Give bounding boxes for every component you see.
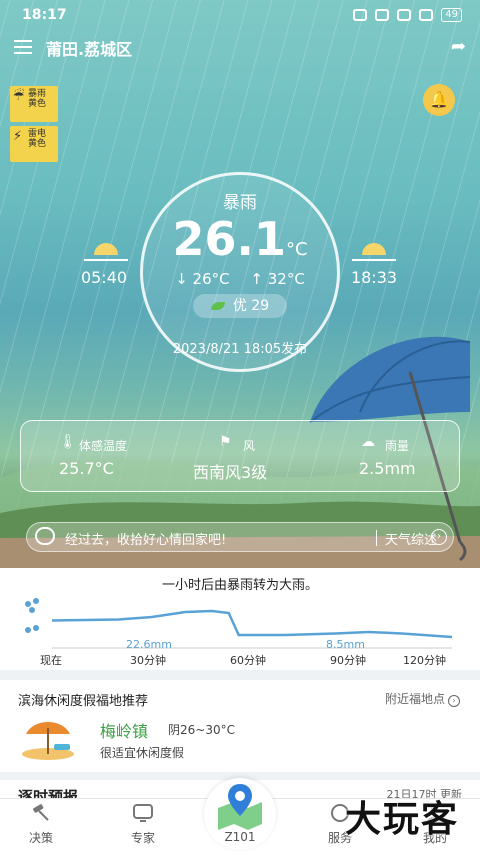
nav-decision[interactable]: 决策 xyxy=(6,803,76,846)
rainstorm-alert-level: 黄色 xyxy=(28,99,47,109)
precip-series-line xyxy=(51,609,453,639)
nav-decision-label: 决策 xyxy=(28,831,53,845)
feels-like-label: 体感温度 xyxy=(79,439,128,453)
windsock-icon: ⚑ xyxy=(219,434,232,450)
precip-annotation: 8.5mm xyxy=(326,638,365,651)
precip-x-tick-label: 120分钟 xyxy=(403,654,446,667)
feels-like-value: 25.7°C xyxy=(59,459,114,478)
place-weather: 阴26~30°C xyxy=(168,723,235,737)
precip-x-tick-label: 90分钟 xyxy=(330,654,366,667)
chevron-right-icon: › xyxy=(448,695,460,707)
rainstorm-alert-icon: ☔ xyxy=(13,89,25,104)
status-time: 18:17 xyxy=(22,7,67,23)
nearby-spots-label: 附近福地点 xyxy=(384,692,445,706)
precip-x-tick-label: 现在 xyxy=(40,654,62,667)
precipitation-panel: 一小时后由暴雨转为大雨。 22.6mm 8.5mm 现在 30分钟 60分钟 90分钟 1… xyxy=(0,568,480,670)
gavel-icon xyxy=(33,804,49,821)
recommend-title: 滨海休闲度假福地推荐 xyxy=(18,694,149,709)
temp-high: ↑ 32°C xyxy=(250,270,305,288)
current-condition: 暴雨 xyxy=(223,193,257,213)
thunder-alert-label: 雷电 xyxy=(28,129,47,139)
weather-hero: 18:17 49 莆田.荔城区 ➦ ☔ 暴雨 黄色 ⚡ 雷电 黄色 🔔 05:4… xyxy=(0,0,480,568)
nav-map-label: Z101 xyxy=(224,830,256,844)
wifi-icon xyxy=(397,9,412,21)
aqi-label: 优 29 xyxy=(232,298,270,314)
wind-label: 风 xyxy=(243,439,256,453)
temperature-unit: °C xyxy=(285,239,308,260)
rainfall-label: 雨量 xyxy=(385,439,410,453)
nav-expert[interactable]: 专家 xyxy=(108,803,178,846)
beach-umbrella-icon xyxy=(22,722,74,760)
nav-map-center-button[interactable]: Z101 xyxy=(204,778,276,850)
alarm-icon xyxy=(353,9,368,21)
leaf-icon xyxy=(210,302,225,310)
temp-range: ↓ 26°C ↑ 32°C xyxy=(0,270,480,288)
rain-cloud-icon: ☁ xyxy=(361,434,375,450)
battery-indicator: 49 xyxy=(441,8,462,22)
map-pin-icon xyxy=(218,784,262,830)
location-title[interactable]: 莆田.荔城区 xyxy=(46,36,132,60)
menu-icon[interactable] xyxy=(14,40,32,54)
rainstorm-alert-badge[interactable]: ☔ 暴雨 黄色 xyxy=(10,86,58,122)
rainstorm-alert-label: 暴雨 xyxy=(28,89,47,99)
nearby-spots-link[interactable]: 附近福地点 › xyxy=(385,690,460,707)
thunder-alert-badge[interactable]: ⚡ 雷电 黄色 xyxy=(10,126,58,162)
nav-expert-label: 专家 xyxy=(130,831,155,845)
tip-divider xyxy=(376,530,377,546)
arrow-right-circle-icon[interactable]: › xyxy=(431,529,447,545)
chat-bubble-icon xyxy=(35,527,55,545)
precip-x-tick-label: 60分钟 xyxy=(230,654,266,667)
watermark-logo: 大玩客 xyxy=(344,799,459,840)
rainfall-value: 2.5mm xyxy=(359,459,416,478)
aqi-badge[interactable]: 优 29 xyxy=(193,294,287,318)
mute-icon xyxy=(375,9,390,21)
recommend-card[interactable]: 滨海休闲度假福地推荐 附近福地点 › 梅岭镇 阴26~30°C 很适宜休闲度假 xyxy=(0,680,480,772)
status-icons: 49 xyxy=(353,8,462,22)
weather-details-card[interactable]: 🌡 体感温度 25.7°C ⚑ 风 西南风3级 ☁ 雨量 2.5mm xyxy=(20,420,460,492)
status-bar: 18:17 49 xyxy=(0,0,480,30)
expert-screen-icon xyxy=(133,804,153,822)
temp-low: ↓ 26°C xyxy=(175,270,230,288)
thermometer-icon: 🌡 xyxy=(59,434,77,450)
tip-bar[interactable]: 经过去，收拾好心情回家吧! 天气综述 › xyxy=(26,522,454,552)
place-name[interactable]: 梅岭镇 xyxy=(100,718,148,742)
current-temperature: 26.1°C xyxy=(0,212,480,266)
heavy-rain-icon xyxy=(25,598,39,613)
thunder-alert-level: 黄色 xyxy=(28,139,47,149)
weather-summary-button[interactable]: 天气综述 xyxy=(385,529,437,548)
tip-text: 经过去，收拾好心情回家吧! xyxy=(65,533,227,548)
bell-icon[interactable]: 🔔 xyxy=(423,84,455,116)
light-rain-icon xyxy=(25,625,39,633)
signal-icon xyxy=(419,9,434,21)
share-icon[interactable]: ➦ xyxy=(451,36,466,57)
wind-value: 西南风3级 xyxy=(193,463,268,482)
precip-annotation: 22.6mm xyxy=(126,638,172,651)
precip-x-tick-label: 30分钟 xyxy=(130,654,166,667)
temperature-value: 26.1 xyxy=(172,212,286,266)
thunder-alert-icon: ⚡ xyxy=(13,129,23,144)
top-bar: 莆田.荔城区 ➦ xyxy=(0,32,480,62)
place-description: 很适宜休闲度假 xyxy=(100,746,185,760)
